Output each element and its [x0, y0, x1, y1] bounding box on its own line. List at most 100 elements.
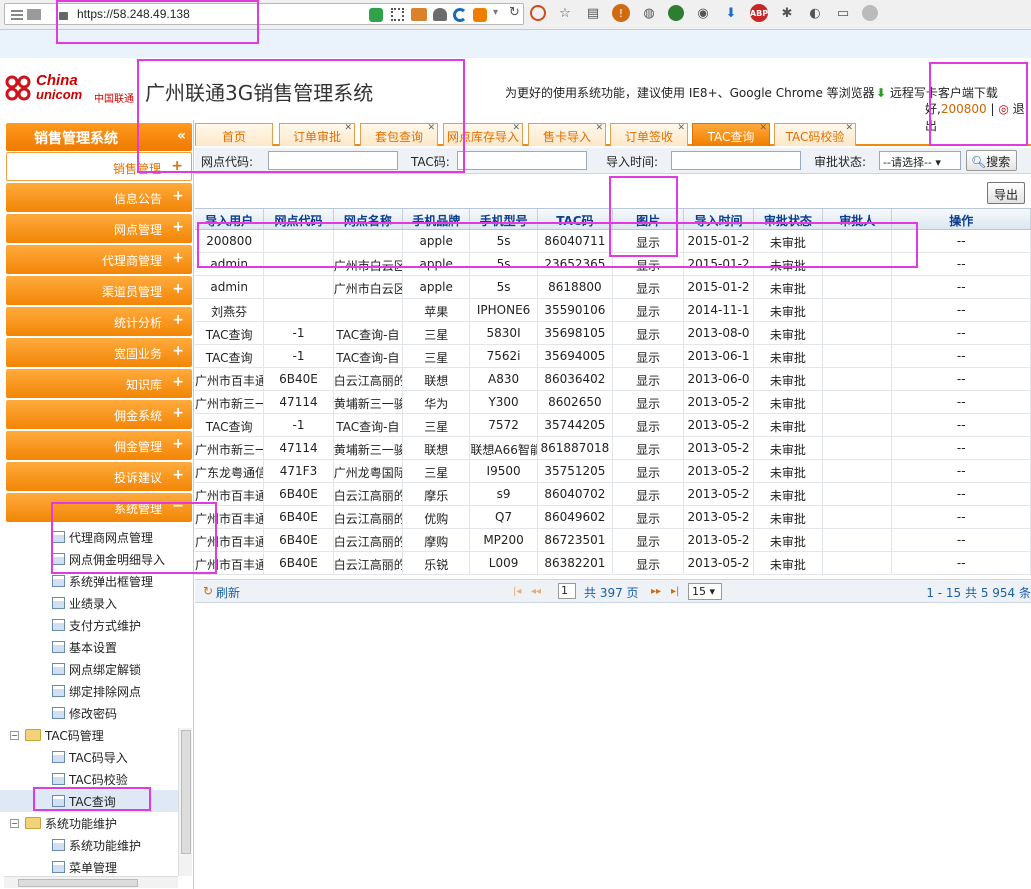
column-header[interactable]: 导入用户	[195, 209, 265, 229]
show-image-link[interactable]: 显示	[613, 276, 685, 298]
expand-plus-icon[interactable]: +	[172, 219, 184, 235]
sidebar-scrollbar[interactable]	[178, 728, 192, 876]
column-header[interactable]: 手机品牌	[403, 209, 471, 229]
show-image-link[interactable]: 显示	[613, 230, 685, 252]
prev-page-icon[interactable]: ◂◂	[531, 586, 541, 597]
sidebar-item-8[interactable]: 佣金系统 +	[6, 400, 192, 429]
expand-plus-icon[interactable]: +	[172, 343, 184, 359]
table-row[interactable]: 广州市百丰通 6B40E 白云江高丽的 摩购 MP200 86723501 显示 2013-0…	[195, 529, 1031, 552]
collapse-icon[interactable]: «	[177, 128, 186, 144]
shield-icon[interactable]	[369, 8, 383, 22]
show-image-link[interactable]: 显示	[613, 368, 685, 390]
expand-plus-icon[interactable]: +	[172, 436, 184, 452]
status-select[interactable]: --请选择-- ▾	[879, 151, 961, 170]
sidebar-item-4[interactable]: 渠道员管理 +	[6, 276, 192, 305]
table-row[interactable]: TAC查询 -1 TAC查询-自 三星 7572 35744205 显示 2013-05-2 未…	[195, 414, 1031, 437]
page-number-input[interactable]: 1	[558, 583, 576, 599]
tree-item-1[interactable]: 网点佣金明细导入	[0, 548, 178, 570]
column-header[interactable]: 操作	[892, 209, 1031, 229]
expand-plus-icon[interactable]: +	[172, 250, 184, 266]
tac-input[interactable]	[457, 151, 587, 170]
tree-item-4[interactable]: 支付方式维护	[0, 614, 178, 636]
table-row[interactable]: TAC查询 -1 TAC查询-自 三星 5830I 35698105 显示 2013-08-0…	[195, 322, 1031, 345]
ghost-icon[interactable]	[668, 5, 684, 21]
logout-icon[interactable]: ◎	[998, 102, 1008, 116]
sidebar-item-9[interactable]: 佣金管理 +	[6, 431, 192, 460]
scroll-thumb[interactable]	[181, 730, 191, 854]
profile-icon[interactable]	[862, 5, 878, 21]
sidebar-item-6[interactable]: 宽固业务 +	[6, 338, 192, 367]
show-image-link[interactable]: 显示	[613, 253, 685, 275]
tab-4[interactable]: 售卡导入 ✕	[528, 123, 606, 146]
table-row[interactable]: 广东龙粤通信 471F3 广州龙粤国际 三星 I9500 35751205 显示 2013-0…	[195, 460, 1031, 483]
sidebar-item-2[interactable]: 网点管理 +	[6, 214, 192, 243]
table-row[interactable]: 刘燕芬 苹果 IPHONE6 35590106 显示 2014-11-1 未审批 --	[195, 299, 1031, 322]
show-image-link[interactable]: 显示	[613, 345, 685, 367]
globe-icon[interactable]: ◐	[806, 4, 824, 22]
collapse-minus-icon[interactable]: −	[172, 498, 184, 514]
tab-close-icon[interactable]: ✕	[759, 123, 767, 133]
table-row[interactable]: admin 广州市白云区 apple 5s 23652365 显示 2015-01-2 未审批…	[195, 253, 1031, 276]
java-icon[interactable]	[433, 8, 447, 21]
show-image-link[interactable]: 显示	[613, 391, 685, 413]
column-header[interactable]: 手机型号	[470, 209, 538, 229]
column-header[interactable]: 图片	[613, 209, 685, 229]
show-image-link[interactable]: 显示	[613, 460, 685, 482]
address-bar[interactable]: https://58.248.49.138 ▾ ↻	[4, 3, 524, 25]
sidebar-item-10[interactable]: 投诉建议 +	[6, 462, 192, 491]
tab-close-icon[interactable]: ✕	[845, 123, 853, 133]
import-time-input[interactable]	[671, 151, 801, 170]
tab-close-icon[interactable]: ✕	[677, 123, 685, 133]
sidebar-item-7[interactable]: 知识库 +	[6, 369, 192, 398]
table-row[interactable]: 广州市百丰通 6B40E 白云江高丽的 摩乐 s9 86040702 显示 2013-05-2…	[195, 483, 1031, 506]
table-row[interactable]: 广州市百丰通 6B40E 白云江高丽的 优购 Q7 86049602 显示 2013-05-2…	[195, 506, 1031, 529]
tab-5[interactable]: 订单签收 ✕	[610, 123, 688, 146]
show-image-link[interactable]: 显示	[613, 529, 685, 551]
tab-close-icon[interactable]: ✕	[344, 123, 352, 133]
dropdown-arrow-icon[interactable]: ▾	[493, 7, 507, 20]
tree-item-9[interactable]: − TAC码管理	[0, 724, 178, 746]
column-header[interactable]: TAC码	[538, 209, 614, 229]
export-button[interactable]: 导出	[986, 182, 1025, 204]
expand-plus-icon[interactable]: +	[172, 405, 184, 421]
sidebar-item-5[interactable]: 统计分析 +	[6, 307, 192, 336]
sidebar-item-0[interactable]: 销售管理 +	[6, 152, 192, 181]
tab-close-icon[interactable]: ✕	[512, 123, 520, 133]
column-header[interactable]: 网点代码	[264, 209, 334, 229]
first-page-icon[interactable]: |◂	[513, 586, 521, 597]
show-image-link[interactable]: 显示	[613, 552, 685, 574]
tree-expander-icon[interactable]: −	[10, 818, 19, 828]
tree-item-5[interactable]: 基本设置	[0, 636, 178, 658]
tree-item-15[interactable]: 菜单管理	[0, 856, 178, 878]
tab-0[interactable]: 首页	[195, 123, 273, 146]
tree-item-7[interactable]: 绑定排除网点	[0, 680, 178, 702]
tab-close-icon[interactable]: ✕	[595, 123, 603, 133]
sidebar-hscrollbar[interactable]	[4, 876, 178, 888]
reload-icon[interactable]: ↻	[509, 5, 523, 20]
column-header[interactable]: 审批人	[823, 209, 893, 229]
page-info-icon[interactable]	[27, 9, 41, 20]
table-row[interactable]: 广州市百丰通 6B40E 白云江高丽的 乐锐 L009 86382201 显示 2013-05…	[195, 552, 1031, 575]
alert-icon[interactable]: !	[612, 4, 630, 22]
show-image-link[interactable]: 显示	[613, 437, 685, 459]
sidebar-item-1[interactable]: 信息公告 +	[6, 183, 192, 212]
tree-item-6[interactable]: 网点绑定解锁	[0, 658, 178, 680]
download-icon[interactable]: ⬇	[722, 4, 740, 22]
tab-close-icon[interactable]: ✕	[427, 123, 435, 133]
bug-icon[interactable]: ✱	[778, 4, 796, 22]
tab-2[interactable]: 套包查询 ✕	[360, 123, 438, 146]
hscroll-thumb[interactable]	[18, 879, 138, 887]
show-image-link[interactable]: 显示	[613, 414, 685, 436]
table-row[interactable]: 广州市新三一 47114 黄埔新三一骏 华为 Y300 8602650 显示 2013-05-…	[195, 391, 1031, 414]
show-image-link[interactable]: 显示	[613, 506, 685, 528]
tab-7[interactable]: TAC码校验 ✕	[774, 123, 856, 146]
tree-item-3[interactable]: 业绩录入	[0, 592, 178, 614]
extension-icon[interactable]	[411, 8, 427, 21]
expand-plus-icon[interactable]: +	[172, 374, 184, 390]
refresh-link[interactable]: 刷新	[216, 584, 240, 601]
tab-1[interactable]: 订单审批 ✕	[279, 123, 355, 146]
tree-item-2[interactable]: 系统弹出框管理	[0, 570, 178, 592]
expand-plus-icon[interactable]: +	[172, 312, 184, 328]
tree-item-10[interactable]: TAC码导入	[0, 746, 178, 768]
ie-icon[interactable]	[453, 8, 467, 22]
